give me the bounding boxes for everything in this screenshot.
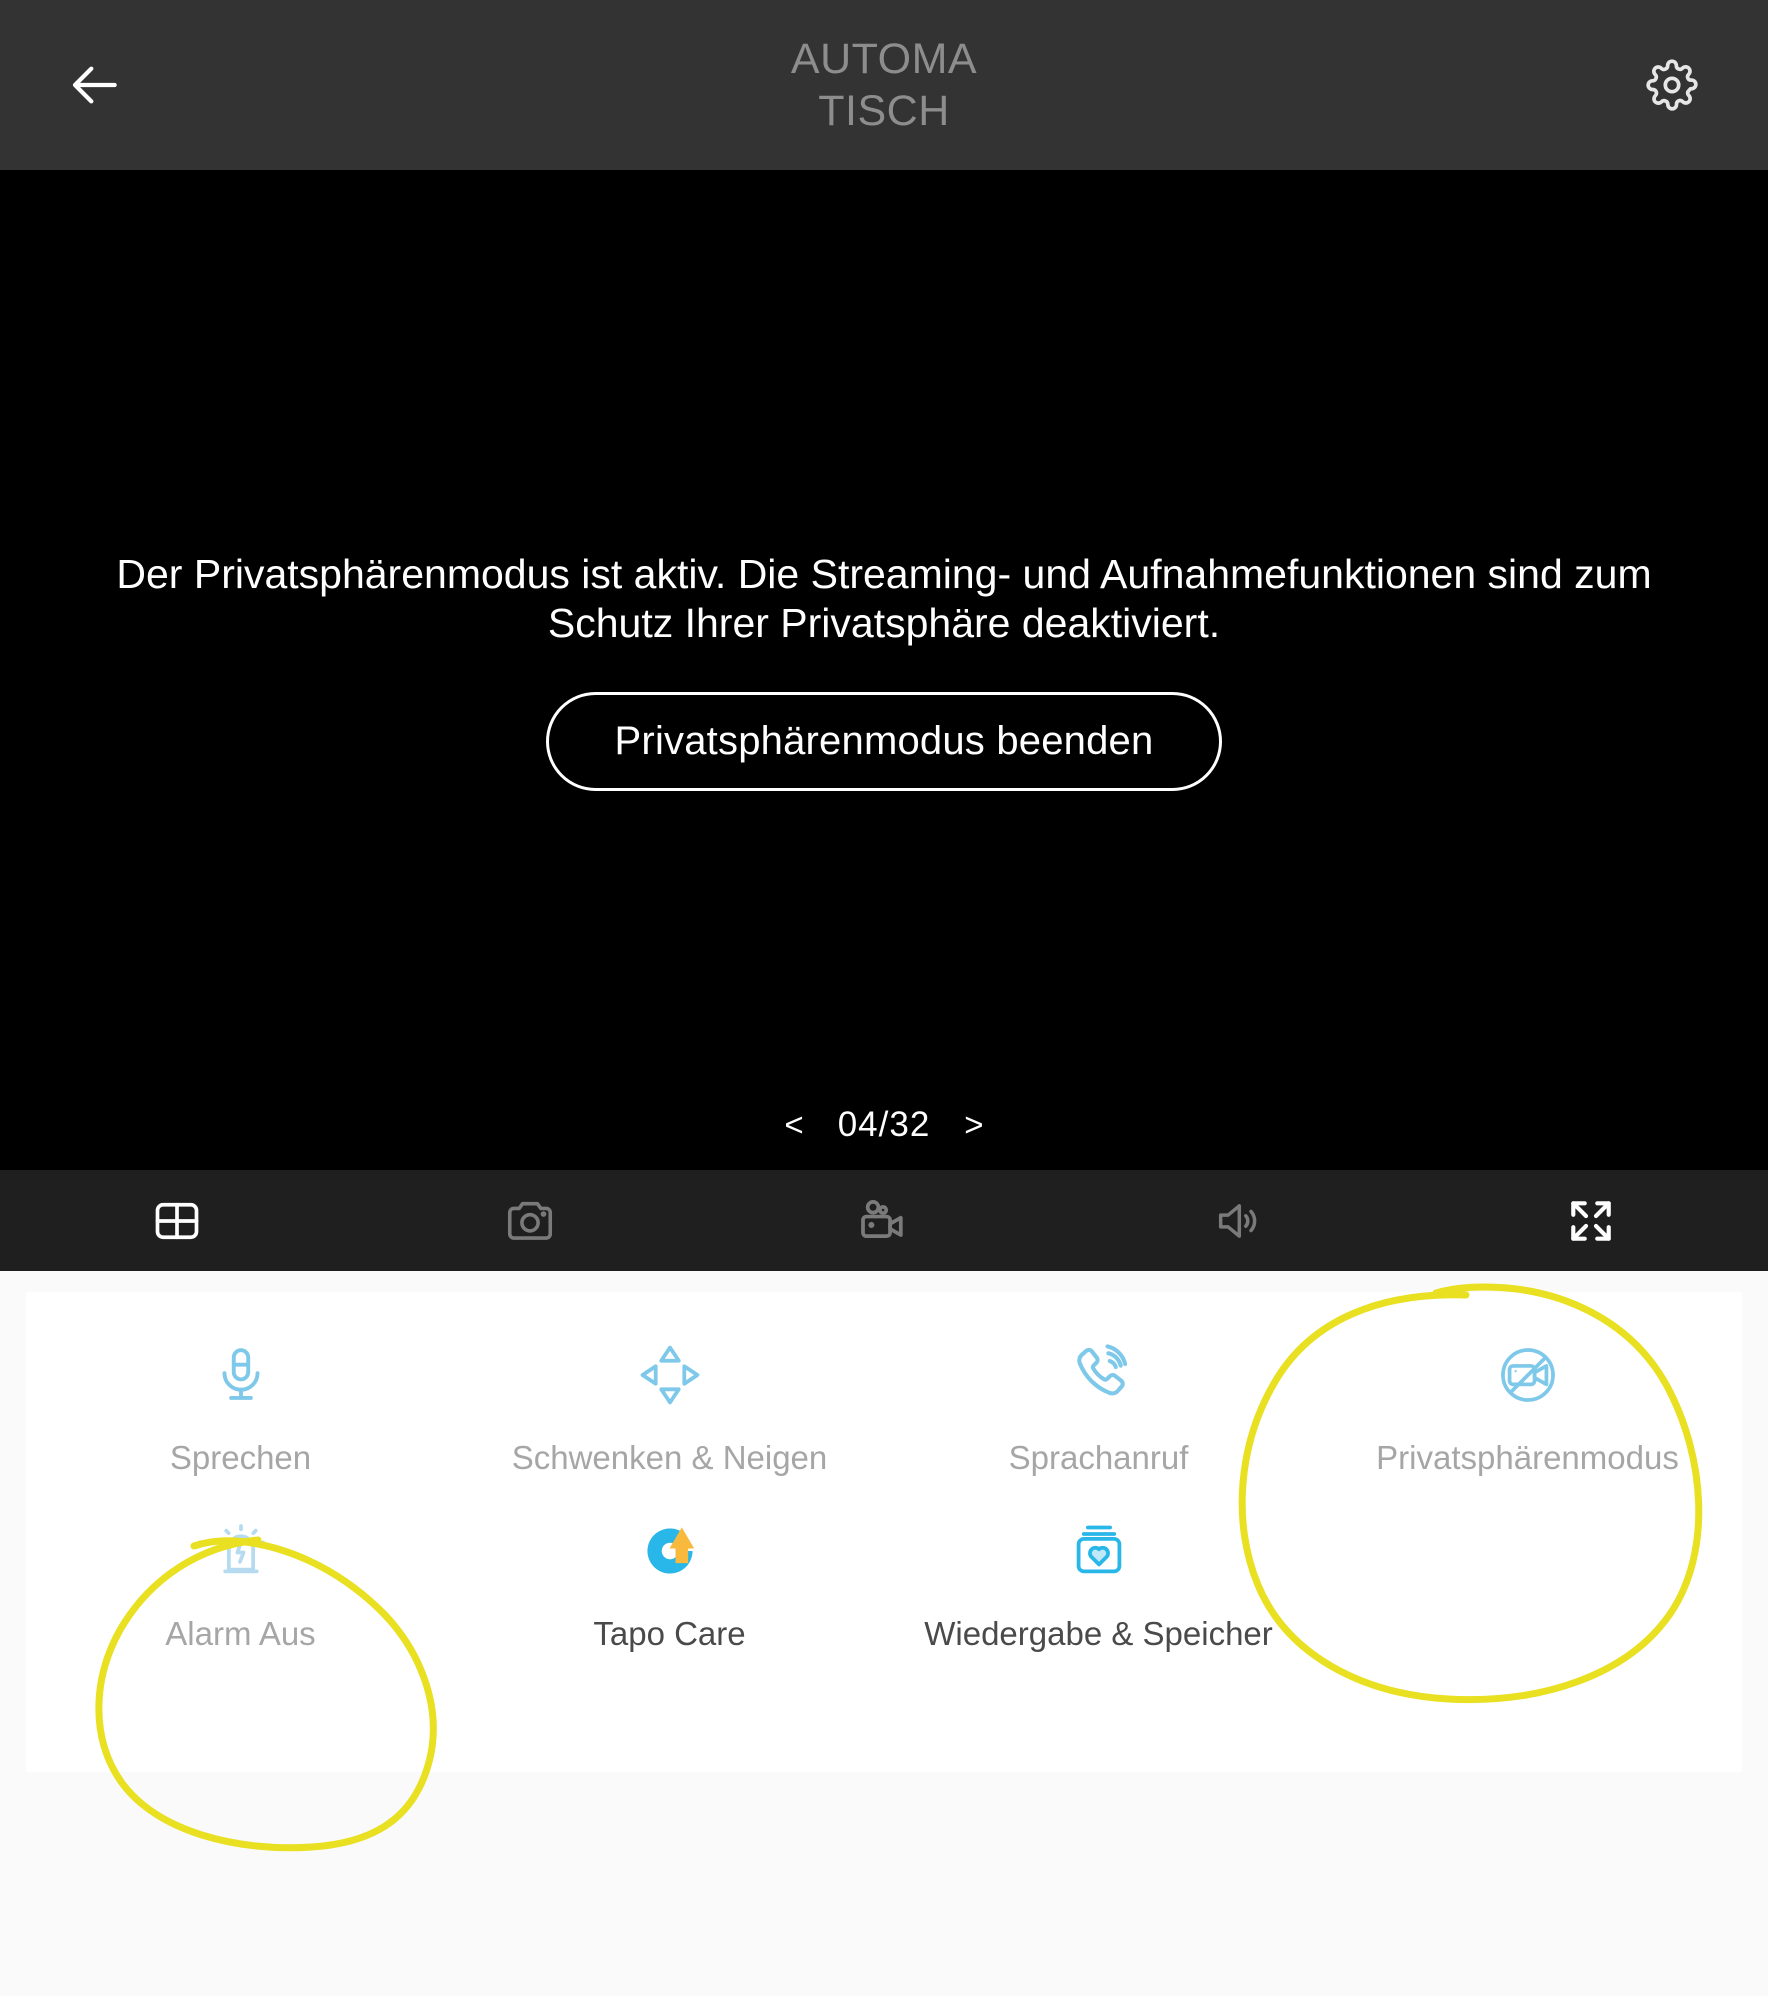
- camera-live-view-screen: AUTOMA TISCH Der Privatsphärenmodus ist …: [0, 0, 1768, 1996]
- alarm-siren-icon-wrap: [210, 1514, 272, 1588]
- arrow-left-icon: [72, 66, 117, 104]
- split-screen-button[interactable]: [0, 1170, 354, 1271]
- phone-call-icon-wrap: [1066, 1338, 1132, 1412]
- control-tapo-care[interactable]: Tapo Care: [455, 1514, 884, 1654]
- video-toolbar: [0, 1170, 1768, 1271]
- record-button[interactable]: [707, 1170, 1061, 1271]
- speaker-icon: [1218, 1203, 1256, 1238]
- back-button[interactable]: [56, 45, 136, 125]
- camera-snapshot-icon: [508, 1201, 553, 1240]
- tapo-care-icon: [646, 1527, 694, 1574]
- control-label-sprechen: Sprechen: [169, 1439, 312, 1476]
- pager-count: 04/32: [837, 1105, 931, 1144]
- microphone-icon-wrap: [210, 1338, 272, 1412]
- privacy-button-container: Privatsphärenmodus beenden: [0, 692, 1768, 791]
- video-record-icon: [861, 1199, 903, 1238]
- control-label-privatsphaerenmodus: Privatsphärenmodus: [1376, 1439, 1679, 1476]
- video-stream-area[interactable]: Der Privatsphärenmodus ist aktiv. Die St…: [0, 170, 1768, 1170]
- alarm-siren-icon: [216, 1524, 265, 1574]
- split-screen-icon: [155, 1202, 199, 1239]
- exit-privacy-mode-button[interactable]: Privatsphärenmodus beenden: [545, 692, 1223, 791]
- control-privatsphaerenmodus[interactable]: Privatsphärenmodus: [1313, 1338, 1742, 1478]
- control-label-sprachanruf: Sprachanruf: [1008, 1439, 1189, 1476]
- phone-call-icon: [1076, 1344, 1127, 1396]
- control-schwenken-neigen[interactable]: Schwenken & Neigen: [455, 1338, 884, 1478]
- pager-next-button[interactable]: >: [956, 1102, 991, 1148]
- snapshot-button[interactable]: [354, 1170, 708, 1271]
- fullscreen-button[interactable]: [1414, 1170, 1768, 1271]
- audio-button[interactable]: [1061, 1170, 1415, 1271]
- control-sprechen[interactable]: Sprechen: [26, 1338, 455, 1478]
- settings-button[interactable]: [1632, 45, 1712, 125]
- camera-controls-card: Sprechen Schwenken & Neigen Sprachanruf …: [26, 1292, 1742, 1772]
- controls-row-2: Alarm Aus Tapo Care Wiedergabe & Speiche…: [26, 1478, 1742, 1654]
- control-wiedergabe-speicher[interactable]: Wiedergabe & Speicher: [884, 1514, 1313, 1654]
- control-empty-slot: [1313, 1514, 1742, 1654]
- tapo-care-icon-wrap: [637, 1514, 703, 1588]
- microphone-icon: [222, 1348, 259, 1400]
- page-title: AUTOMA TISCH: [769, 33, 999, 137]
- pager-prev-button[interactable]: <: [776, 1102, 811, 1148]
- privacy-mode-message: Der Privatsphärenmodus ist aktiv. Die St…: [116, 551, 1652, 646]
- pan-tilt-icon: [640, 1345, 699, 1405]
- pan-tilt-icon-wrap: [635, 1338, 705, 1412]
- sd-card-heart-icon: [1076, 1525, 1121, 1574]
- page-title-line-1: AUTOMA: [790, 35, 978, 83]
- control-alarm-aus[interactable]: Alarm Aus: [26, 1514, 455, 1654]
- page-title-line-2: TISCH: [818, 87, 950, 135]
- controls-row-1: Sprechen Schwenken & Neigen Sprachanruf …: [26, 1292, 1742, 1478]
- app-bar: AUTOMA TISCH: [0, 0, 1768, 170]
- control-label-wiedergabe-speicher: Wiedergabe & Speicher: [924, 1615, 1273, 1652]
- control-label-schwenken-neigen: Schwenken & Neigen: [511, 1439, 828, 1476]
- camera-pager: < 04/32 >: [0, 1102, 1768, 1148]
- control-sprachanruf[interactable]: Sprachanruf: [884, 1338, 1313, 1478]
- control-label-alarm-aus: Alarm Aus: [165, 1615, 316, 1652]
- gear-icon: [1646, 59, 1698, 111]
- camera-off-icon: [1500, 1348, 1555, 1402]
- camera-off-icon-wrap: [1495, 1338, 1561, 1412]
- control-label-tapo-care: Tapo Care: [593, 1615, 746, 1652]
- sd-card-heart-icon-wrap: [1068, 1514, 1130, 1588]
- fullscreen-icon: [1571, 1200, 1611, 1241]
